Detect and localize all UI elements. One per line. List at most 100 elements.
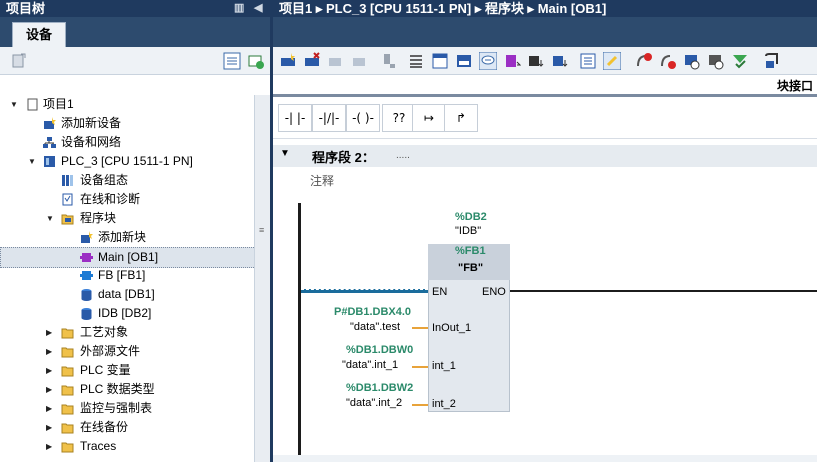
- favorites-icon[interactable]: [503, 52, 521, 70]
- goto-warning-icon[interactable]: [659, 52, 677, 70]
- tree-item-db2[interactable]: IDB [DB2]: [0, 304, 254, 323]
- tree-item-external-sources[interactable]: ▶ 外部源文件: [0, 342, 254, 361]
- folder-icon: [61, 442, 74, 453]
- download-icon[interactable]: [527, 52, 545, 70]
- delete-network-icon[interactable]: [303, 52, 321, 70]
- instance-db-name[interactable]: "IDB": [455, 225, 481, 237]
- tree-label: 设备组态: [80, 173, 129, 187]
- collapse-panel-icon[interactable]: ◀: [254, 0, 262, 17]
- tree-item-program-blocks[interactable]: ▼ 程序块: [0, 209, 254, 228]
- no-contact-button[interactable]: -| |-: [278, 104, 312, 132]
- pin-label: InOut_1: [432, 322, 472, 334]
- tree-item-devices-networks[interactable]: 设备和网络: [0, 133, 254, 152]
- tree-label: FB [FB1]: [98, 268, 146, 282]
- detail-view-icon[interactable]: [223, 52, 241, 70]
- scroll-grip-icon[interactable]: ≡: [259, 225, 264, 235]
- network-title-placeholder[interactable]: .....: [396, 150, 410, 161]
- tree-label: PLC 变量: [80, 363, 131, 377]
- go-online-icon[interactable]: [247, 52, 265, 70]
- align-left-icon[interactable]: [407, 52, 425, 70]
- expanded-icon[interactable]: ▼: [46, 209, 54, 228]
- tree-item-add-block[interactable]: 添加新块: [0, 228, 254, 247]
- expanded-icon[interactable]: ▼: [28, 152, 36, 171]
- overview-icon[interactable]: [579, 52, 597, 70]
- compare-icon[interactable]: [707, 52, 725, 70]
- project-icon: [27, 98, 38, 111]
- close-branch-button[interactable]: ↱: [444, 104, 478, 132]
- collapsed-icon[interactable]: ▶: [46, 361, 52, 380]
- goto-error-icon[interactable]: [635, 52, 653, 70]
- db-block-icon: [81, 289, 92, 301]
- rung-line-right: [510, 290, 817, 292]
- network-title: 程序段 2：: [312, 150, 375, 165]
- param-operand[interactable]: "data".int_2: [346, 397, 402, 409]
- coil-button[interactable]: -( )-: [346, 104, 380, 132]
- close-branch-icon[interactable]: [351, 52, 369, 70]
- pin-panel-icon[interactable]: ▥: [234, 0, 244, 17]
- tree-item-technology-objects[interactable]: ▶ 工艺对象: [0, 323, 254, 342]
- folder-icon: [61, 347, 74, 358]
- collapsed-icon[interactable]: ▶: [46, 418, 52, 437]
- expanded-icon[interactable]: ▼: [10, 95, 18, 114]
- param-address: %DB1.DBW2: [346, 382, 414, 394]
- instance-db-address[interactable]: %DB2: [455, 211, 487, 223]
- snapshot-icon[interactable]: [763, 52, 781, 70]
- tab-devices[interactable]: 设备: [12, 22, 66, 47]
- param-address: P#DB1.DBX4.0: [334, 306, 412, 318]
- param-operand[interactable]: "data".int_1: [342, 359, 398, 371]
- tree-label: Main [OB1]: [98, 250, 159, 264]
- tree-item-plc-tags[interactable]: ▶ PLC 变量: [0, 361, 254, 380]
- nc-contact-button[interactable]: -|/|-: [312, 104, 346, 132]
- editor-bottom-edge: [273, 455, 817, 462]
- monitor-icon[interactable]: [683, 52, 701, 70]
- block-interface-bar[interactable]: [273, 75, 817, 95]
- table-view-icon[interactable]: [455, 52, 473, 70]
- tree-label: data [DB1]: [98, 287, 155, 301]
- pin-connector: [412, 366, 428, 368]
- tree-item-plc-data-types[interactable]: ▶ PLC 数据类型: [0, 380, 254, 399]
- list-view-icon[interactable]: [431, 52, 449, 70]
- tree-label: 外部源文件: [80, 344, 141, 358]
- tree-item-online-backups[interactable]: ▶ 在线备份: [0, 418, 254, 437]
- fb-address: %FB1: [455, 245, 486, 257]
- new-item-icon[interactable]: [10, 52, 28, 70]
- comment-icon[interactable]: [479, 52, 497, 70]
- tree-item-plc[interactable]: ▼ PLC_3 [CPU 1511-1 PN]: [0, 152, 254, 171]
- pin-en[interactable]: EN: [432, 286, 447, 298]
- rung-line-left: [301, 289, 428, 293]
- tree-scrollbar[interactable]: ≡: [254, 95, 270, 462]
- tree-item-device-config[interactable]: 设备组态: [0, 171, 254, 190]
- collapse-network-icon[interactable]: ▼: [280, 148, 290, 159]
- plc-icon: [44, 156, 55, 167]
- tree-item-online-diagnostics[interactable]: 在线和诊断: [0, 190, 254, 209]
- collapsed-icon[interactable]: ▶: [46, 399, 52, 418]
- param-operand[interactable]: "data".test: [350, 321, 400, 333]
- collapsed-icon[interactable]: ▶: [46, 380, 52, 399]
- collapsed-icon[interactable]: ▶: [46, 437, 52, 456]
- tree-label: PLC_3 [CPU 1511-1 PN]: [61, 154, 193, 168]
- tree-item-watch-force-tables[interactable]: ▶ 监控与强制表: [0, 399, 254, 418]
- pin-eno[interactable]: ENO: [482, 286, 506, 298]
- insert-network-icon[interactable]: [279, 52, 297, 70]
- tree-item-project[interactable]: ▼ 项目1: [0, 95, 254, 114]
- tree-item-add-device[interactable]: 添加新设备: [0, 114, 254, 133]
- highlight-icon[interactable]: [603, 52, 621, 70]
- tree-item-main-ob1[interactable]: Main [OB1]: [0, 247, 256, 268]
- compile-icon[interactable]: [731, 52, 749, 70]
- ob-block-icon: [80, 253, 93, 262]
- tree-item-db1[interactable]: data [DB1]: [0, 285, 254, 304]
- collapsed-icon[interactable]: ▶: [46, 323, 52, 342]
- folder-icon: [61, 423, 74, 434]
- insert-branch-icon[interactable]: [327, 52, 345, 70]
- tree-item-traces[interactable]: ▶ Traces: [0, 437, 254, 456]
- move-icon[interactable]: [379, 52, 397, 70]
- tree-item-fb1[interactable]: FB [FB1]: [0, 266, 254, 285]
- collapsed-icon[interactable]: ▶: [46, 342, 52, 361]
- network-comment[interactable]: 注释: [310, 172, 334, 189]
- add-device-icon: [44, 117, 56, 129]
- block-interface-label[interactable]: 块接口: [777, 77, 813, 94]
- empty-box-button[interactable]: ??: [382, 104, 416, 132]
- open-branch-button[interactable]: ↦: [412, 104, 446, 132]
- upload-icon[interactable]: [551, 52, 569, 70]
- network-icon: [43, 137, 56, 148]
